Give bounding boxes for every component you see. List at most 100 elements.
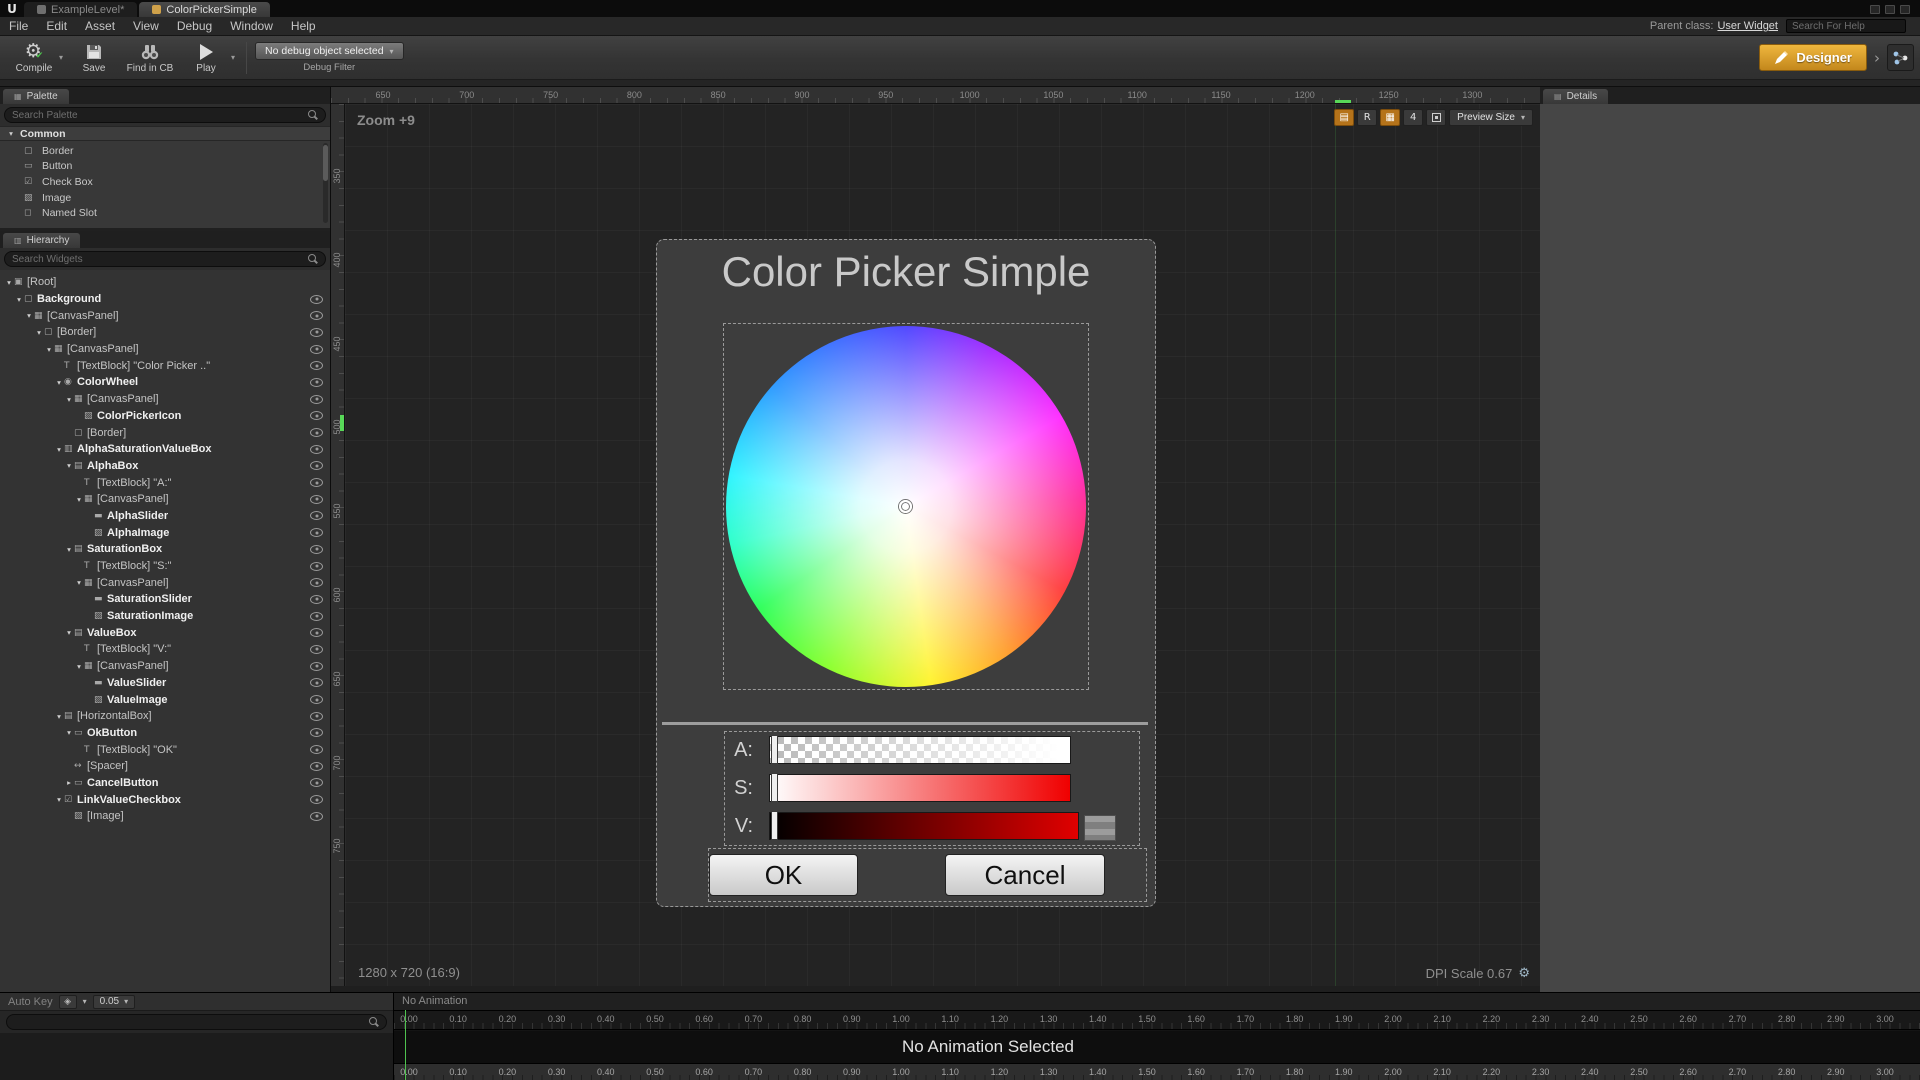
compile-options-caret-icon[interactable]: ▾ — [59, 53, 63, 62]
palette-item[interactable]: ▢ Border — [0, 143, 330, 159]
graph-mode-button[interactable] — [1887, 44, 1914, 71]
hierarchy-row[interactable]: ▸ ▭ CancelButton — [0, 775, 330, 792]
view-toggle-0[interactable]: ▤ — [1334, 109, 1355, 126]
expand-arrow-icon[interactable]: ▾ — [64, 728, 74, 737]
expand-arrow-icon[interactable]: ▾ — [44, 345, 54, 354]
visibility-eye-icon[interactable] — [310, 327, 323, 337]
palette-search-input[interactable] — [12, 109, 304, 121]
hierarchy-row[interactable]: ▾ ▤ AlphaBox — [0, 458, 330, 475]
hierarchy-row[interactable]: ▬ SaturationSlider — [0, 591, 330, 608]
designer-viewport[interactable]: Zoom +9 ▤ R ▦ 4 Preview Size ▾ Color Picker… — [345, 104, 1540, 986]
play-button[interactable]: Play — [178, 38, 234, 78]
palette-item[interactable]: ☑ Check Box — [0, 174, 330, 190]
palette-item[interactable]: ▨ Image — [0, 190, 330, 206]
hierarchy-row[interactable]: ▬ ValueSlider — [0, 675, 330, 692]
slider-handle[interactable] — [771, 735, 778, 764]
visibility-eye-icon[interactable] — [310, 428, 323, 438]
visibility-eye-icon[interactable] — [310, 478, 323, 488]
hierarchy-row[interactable]: ↔ [Spacer] — [0, 758, 330, 775]
scrollbar-thumb[interactable] — [323, 145, 328, 181]
visibility-eye-icon[interactable] — [310, 377, 323, 387]
visibility-eye-icon[interactable] — [310, 444, 323, 454]
tab-palette[interactable]: ▦ Palette — [3, 89, 69, 104]
chevron-down-icon[interactable]: ▾ — [83, 997, 87, 1006]
zoom-to-fit-button[interactable] — [1426, 109, 1447, 126]
visibility-eye-icon[interactable] — [310, 394, 323, 404]
hierarchy-row[interactable]: ▾ ▦ [CanvasPanel] — [0, 574, 330, 591]
hierarchy-search-input[interactable] — [12, 253, 304, 265]
expand-arrow-icon[interactable]: ▾ — [34, 328, 44, 337]
compile-button[interactable]: ⚙ ✔ Compile — [6, 38, 62, 78]
tab-hierarchy[interactable]: ▥ Hierarchy — [3, 233, 81, 248]
visibility-eye-icon[interactable] — [310, 811, 323, 821]
palette-item[interactable]: ◻ Named Slot — [0, 205, 330, 221]
palette-item[interactable]: ▭ Button — [0, 159, 330, 175]
snap-interval-dropdown[interactable]: 0.05 ▾ — [92, 994, 136, 1009]
view-toggle-2[interactable]: ▦ — [1380, 109, 1401, 126]
visibility-eye-icon[interactable] — [310, 611, 323, 621]
hierarchy-row[interactable]: ▾ ▤ [HorizontalBox] — [0, 708, 330, 725]
hierarchy-row[interactable]: ▨ ColorPickerIcon — [0, 408, 330, 425]
hierarchy-row[interactable]: ▾ ▦ [CanvasPanel] — [0, 341, 330, 358]
visibility-eye-icon[interactable] — [310, 778, 323, 788]
collapse-arrow-icon[interactable]: ▸ — [64, 778, 74, 787]
hierarchy-row[interactable]: ▨ AlphaImage — [0, 524, 330, 541]
visibility-eye-icon[interactable] — [310, 678, 323, 688]
expand-arrow-icon[interactable]: ▾ — [24, 311, 34, 320]
visibility-eye-icon[interactable] — [310, 578, 323, 588]
hierarchy-row[interactable]: ▨ [Image] — [0, 808, 330, 825]
menu-file[interactable]: File — [0, 17, 37, 35]
expand-arrow-icon[interactable]: ▾ — [54, 445, 64, 454]
ok-button[interactable]: OK — [709, 854, 858, 896]
hierarchy-row[interactable]: ▾ ▦ [CanvasPanel] — [0, 307, 330, 324]
expand-arrow-icon[interactable]: ▾ — [4, 278, 14, 287]
expand-arrow-icon[interactable]: ▾ — [54, 712, 64, 721]
visibility-eye-icon[interactable] — [310, 511, 323, 521]
menu-help[interactable]: Help — [282, 17, 325, 35]
hierarchy-row[interactable]: ▢ [Border] — [0, 424, 330, 441]
hierarchy-row[interactable]: T [TextBlock] "V:" — [0, 641, 330, 658]
visibility-eye-icon[interactable] — [310, 311, 323, 321]
visibility-eye-icon[interactable] — [310, 594, 323, 604]
widget-title[interactable]: Color Picker Simple — [657, 248, 1155, 296]
close-icon[interactable] — [1900, 5, 1910, 14]
layout-icon[interactable] — [1885, 5, 1895, 14]
tab-options-icon[interactable] — [1870, 5, 1880, 14]
hierarchy-row[interactable]: T [TextBlock] "A:" — [0, 474, 330, 491]
view-toggle-1[interactable]: R — [1357, 109, 1378, 126]
visibility-eye-icon[interactable] — [310, 711, 323, 721]
visibility-eye-icon[interactable] — [310, 544, 323, 554]
hierarchy-row[interactable]: ▾ ▦ [CanvasPanel] — [0, 391, 330, 408]
hierarchy-row[interactable]: ▾ ▭ OkButton — [0, 725, 330, 742]
expand-arrow-icon[interactable]: ▾ — [64, 545, 74, 554]
widget-preview-root[interactable]: Color Picker Simple A: S: V: OK Cancel — [656, 239, 1156, 907]
expand-arrow-icon[interactable]: ▾ — [64, 461, 74, 470]
visibility-eye-icon[interactable] — [310, 461, 323, 471]
visibility-eye-icon[interactable] — [310, 661, 323, 671]
expand-arrow-icon[interactable]: ▾ — [6, 129, 16, 138]
visibility-eye-icon[interactable] — [310, 561, 323, 571]
expand-arrow-icon[interactable]: ▾ — [74, 578, 84, 587]
playhead[interactable] — [405, 1010, 406, 1080]
v-ruler[interactable]: 350 400 450 500 550 600 650 700 750 — [331, 104, 345, 986]
visibility-eye-icon[interactable] — [310, 344, 323, 354]
visibility-eye-icon[interactable] — [310, 728, 323, 738]
timeline-search-input[interactable] — [14, 1016, 365, 1028]
visibility-eye-icon[interactable] — [310, 628, 323, 638]
save-button[interactable]: Save — [66, 38, 122, 78]
palette-group-common[interactable]: ▾ Common — [0, 126, 330, 141]
menu-window[interactable]: Window — [221, 17, 282, 35]
visibility-eye-icon[interactable] — [310, 294, 323, 304]
expand-arrow-icon[interactable]: ▾ — [54, 378, 64, 387]
link-value-checkbox[interactable] — [1084, 815, 1116, 841]
preview-size-dropdown[interactable]: Preview Size ▾ — [1449, 109, 1533, 126]
visibility-eye-icon[interactable] — [310, 644, 323, 654]
hierarchy-row[interactable]: T [TextBlock] "Color Picker .." — [0, 357, 330, 374]
hierarchy-row[interactable]: ▾ ▤ SaturationBox — [0, 541, 330, 558]
hierarchy-row[interactable]: ▾ ▦ [CanvasPanel] — [0, 491, 330, 508]
expand-arrow-icon[interactable]: ▾ — [74, 662, 84, 671]
dpi-settings-gear-icon[interactable]: ⚙ — [1518, 966, 1530, 981]
visibility-eye-icon[interactable] — [310, 411, 323, 421]
designer-mode-button[interactable]: Designer — [1759, 44, 1867, 71]
menu-view[interactable]: View — [124, 17, 168, 35]
